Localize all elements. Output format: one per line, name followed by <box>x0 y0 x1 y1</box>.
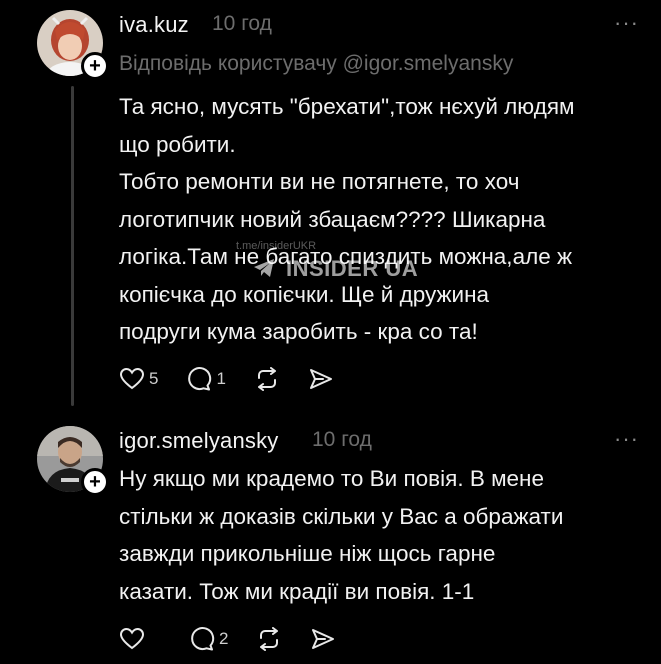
share-button[interactable] <box>310 627 336 651</box>
send-icon <box>309 369 332 389</box>
post-actions: 2 <box>119 626 364 652</box>
like-count: 5 <box>149 369 159 388</box>
repost-icon <box>257 367 276 391</box>
post-text-line: копієчка до копієчки. Ще й дружина <box>119 281 490 307</box>
thread-post: + igor.smelyansky 10 год ··· Ну якщо ми … <box>0 420 661 664</box>
post-text-line: подруги кума заробить - кра со та! <box>119 319 478 344</box>
follow-plus-icon[interactable]: + <box>81 468 109 496</box>
post-text-line: стільки ж доказів скільки у Вас а обража… <box>119 503 564 529</box>
repost-button[interactable] <box>256 627 282 651</box>
heart-icon <box>119 627 145 650</box>
post-text-line: логотипчик новий збацаєм???? Шикарна <box>119 206 546 232</box>
reply-button[interactable]: 1 <box>186 366 226 392</box>
avatar-wrap[interactable]: + <box>37 426 109 496</box>
thread-line <box>71 86 74 406</box>
post-text-line: Тобто ремонти ви не потягнете, то хоч <box>119 169 520 194</box>
post-text-line: завжди прикольніше ніж щось гарне <box>119 541 496 566</box>
username[interactable]: iva.kuz <box>119 12 189 38</box>
reply-count: 2 <box>219 629 229 648</box>
post-text-line: казати. Тож ми крадії ви повія. 1-1 <box>119 578 475 604</box>
timestamp: 10 год <box>212 12 272 35</box>
reply-to-label[interactable]: Відповідь користувачу @igor.smelyansky <box>119 52 513 76</box>
heart-icon <box>119 367 145 390</box>
send-icon <box>312 629 335 649</box>
share-button[interactable] <box>308 367 334 391</box>
like-button[interactable] <box>119 627 149 651</box>
post-actions: 5 1 <box>119 366 362 392</box>
like-button[interactable]: 5 <box>119 367 158 391</box>
comment-icon <box>191 627 215 651</box>
repost-icon <box>260 627 279 651</box>
username[interactable]: igor.smelyansky <box>119 428 279 454</box>
reply-count: 1 <box>216 369 226 388</box>
repost-button[interactable] <box>254 367 280 391</box>
post-text-line: що робити. <box>119 131 236 157</box>
post-text-line: логіка.Там не багато спиздить можна,але … <box>119 244 573 269</box>
more-options-icon[interactable]: ··· <box>614 426 639 452</box>
thread-post: + iva.kuz 10 год ··· Відповідь користува… <box>0 0 661 420</box>
comment-icon <box>188 367 212 391</box>
post-text-line: Та ясно, мусять "брехати",тож нєхуй людя… <box>119 94 575 119</box>
post-text: Ну якщо ми крадемо то Ви повія. В мене с… <box>119 460 563 610</box>
follow-plus-icon[interactable]: + <box>81 52 109 80</box>
post-text: Та ясно, мусять "брехати",тож нєхуй людя… <box>119 88 574 351</box>
post-text-line: Ну якщо ми крадемо то Ви повія. В мене <box>119 466 544 491</box>
reply-button[interactable]: 2 <box>189 626 228 652</box>
timestamp: 10 год <box>312 428 372 451</box>
more-options-icon[interactable]: ··· <box>614 10 639 36</box>
avatar-wrap[interactable]: + <box>37 10 109 80</box>
